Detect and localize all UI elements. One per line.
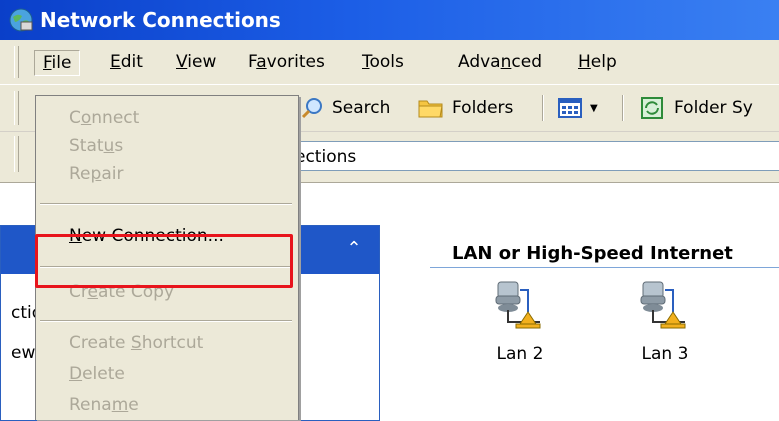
menu-item-create-shortcut-pre: Create — [69, 333, 131, 353]
toolbar-separator — [622, 95, 624, 121]
menu-favorites[interactable]: Favorites — [240, 50, 333, 74]
address-input[interactable]: ections — [290, 141, 779, 171]
menu-advanced[interactable]: Advanced — [450, 50, 550, 74]
menu-edit[interactable]: Edit — [102, 50, 151, 74]
lan-connection-icon — [640, 281, 686, 329]
views-button[interactable]: ▼ — [558, 93, 598, 123]
connection-label: Lan 2 — [496, 344, 544, 364]
highlight-annotation — [35, 234, 293, 288]
toolbar-grip[interactable] — [14, 91, 19, 125]
menu-help[interactable]: Help — [570, 50, 625, 74]
menu-help-post: elp — [590, 52, 617, 72]
folders-icon — [418, 100, 443, 118]
menu-item-status[interactable]: Status — [69, 136, 123, 156]
menu-item-repair-key: p — [90, 164, 102, 184]
menu-bar: File Edit View Favorites Tools Advanced … — [0, 40, 779, 85]
menu-item-repair[interactable]: Repair — [69, 164, 123, 184]
menu-item-rename-key: m — [111, 395, 129, 415]
menu-tools-key: T — [362, 52, 370, 72]
collapse-chevron-icon[interactable]: ⌃ — [343, 238, 365, 260]
menu-advanced-pre: Adva — [458, 52, 501, 72]
menu-view-post: iew — [187, 52, 217, 72]
menu-favorites-pre: F — [248, 52, 257, 72]
menu-favorites-key: a — [256, 52, 267, 72]
chevron-down-icon: ▼ — [590, 102, 598, 114]
menu-help-key: H — [578, 52, 591, 72]
menu-separator — [40, 203, 292, 205]
network-connections-icon — [9, 8, 33, 32]
menu-separator — [40, 320, 292, 322]
menu-item-delete[interactable]: Delete — [69, 364, 125, 384]
menu-tools[interactable]: Tools — [354, 50, 412, 74]
menu-item-connect-post: nnect — [91, 108, 140, 128]
menu-item-rename[interactable]: Rename — [69, 395, 139, 415]
toolbar-separator — [542, 95, 544, 121]
folders-label: Folders — [452, 98, 514, 118]
menu-item-create-shortcut-key: S — [130, 333, 142, 353]
connection-lan-2[interactable]: Lan 2 — [475, 278, 565, 364]
menu-item-repair-pre: Re — [69, 164, 91, 184]
menu-item-repair-post: air — [101, 164, 124, 184]
menu-advanced-post: ced — [511, 52, 542, 72]
lan-connection-icon — [495, 281, 541, 329]
connection-lan-3[interactable]: Lan 3 — [620, 278, 710, 364]
menu-item-status-post: s — [114, 136, 124, 156]
menu-item-delete-post: elete — [82, 364, 125, 384]
group-title: LAN or High-Speed Internet — [452, 243, 733, 264]
menu-view-key: V — [176, 52, 188, 72]
menu-item-status-pre: Stat — [69, 136, 104, 156]
menu-item-connect[interactable]: Connect — [69, 108, 139, 128]
menu-item-status-key: u — [103, 136, 115, 156]
folder-sync-icon — [641, 97, 663, 119]
menu-file-post: ile — [51, 53, 72, 73]
search-button[interactable]: Search — [300, 93, 390, 123]
menu-item-rename-post: e — [128, 395, 139, 415]
search-icon — [301, 98, 322, 119]
menu-item-connect-key: o — [80, 108, 92, 128]
addressbar-grip[interactable] — [14, 136, 19, 172]
connection-label: Lan 3 — [641, 344, 689, 364]
menu-edit-post: dit — [120, 52, 143, 72]
folder-sync-label: Folder Sy — [674, 98, 753, 118]
search-label: Search — [332, 98, 391, 118]
folders-button[interactable]: Folders — [418, 93, 513, 123]
menu-view[interactable]: View — [168, 50, 224, 74]
views-icon — [558, 98, 582, 118]
group-divider — [430, 267, 779, 268]
menu-item-create-shortcut-post: hortcut — [141, 333, 204, 353]
menu-favorites-post: vorites — [266, 52, 325, 72]
folder-sync-button[interactable]: Folder Sy — [640, 93, 753, 123]
menubar-grip[interactable] — [14, 46, 19, 78]
window-title: Network Connections — [40, 8, 281, 32]
menu-item-delete-key: D — [69, 364, 83, 384]
menu-item-rename-pre: Rena — [69, 395, 112, 415]
menu-file-key: F — [43, 53, 52, 73]
menu-tools-post: ools — [369, 52, 404, 72]
menu-item-create-shortcut[interactable]: Create Shortcut — [69, 333, 203, 353]
menu-item-connect-pre: C — [69, 108, 81, 128]
title-bar[interactable]: Network Connections — [0, 0, 779, 40]
menu-advanced-key: n — [500, 52, 512, 72]
menu-file[interactable]: File — [34, 50, 81, 76]
menu-edit-key: E — [110, 52, 121, 72]
